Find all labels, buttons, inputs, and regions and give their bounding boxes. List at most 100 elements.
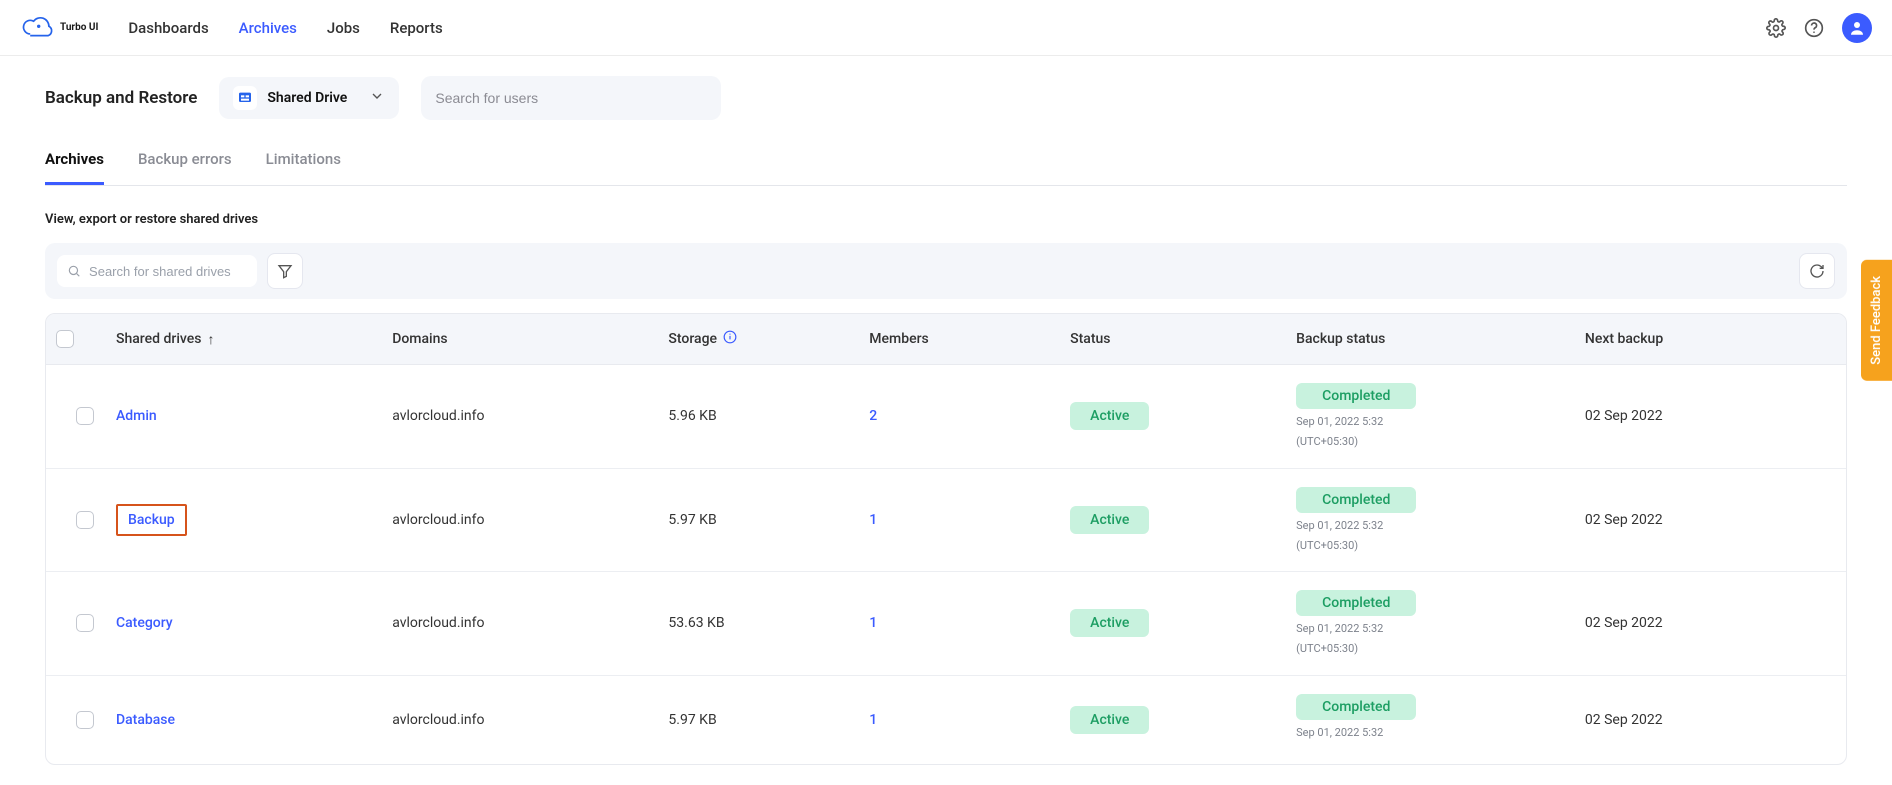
members-link[interactable]: 1 bbox=[869, 512, 877, 528]
backup-time-tz: (UTC+05:30) bbox=[1296, 539, 1358, 553]
status-badge: Active bbox=[1070, 706, 1149, 734]
gear-icon[interactable] bbox=[1766, 18, 1786, 38]
cell-next-backup: 02 Sep 2022 bbox=[1585, 712, 1836, 728]
dropdown-left: Shared Drive bbox=[233, 86, 347, 110]
members-link[interactable]: 1 bbox=[869, 712, 877, 728]
members-link[interactable]: 1 bbox=[869, 615, 877, 631]
send-feedback-button[interactable]: Send Feedback bbox=[1861, 260, 1892, 381]
th-shared-drives[interactable]: Shared drives ↑ bbox=[116, 331, 392, 348]
tab-backup-errors[interactable]: Backup errors bbox=[138, 150, 232, 185]
table-toolbar bbox=[45, 243, 1847, 299]
nav-archives[interactable]: Archives bbox=[239, 19, 297, 37]
backup-time-tz: (UTC+05:30) bbox=[1296, 642, 1358, 656]
status-badge: Active bbox=[1070, 402, 1149, 430]
nav-dashboards[interactable]: Dashboards bbox=[128, 19, 208, 37]
drive-link[interactable]: Backup bbox=[116, 504, 187, 536]
drive-link[interactable]: Category bbox=[116, 615, 173, 631]
row-checkbox[interactable] bbox=[76, 711, 94, 729]
th-domains[interactable]: Domains bbox=[392, 331, 668, 347]
cell-storage: 5.97 KB bbox=[668, 712, 869, 728]
cell-storage: 5.97 KB bbox=[668, 512, 869, 528]
source-dropdown[interactable]: Shared Drive bbox=[219, 77, 399, 119]
cell-domain: avlorcloud.info bbox=[392, 615, 668, 631]
chevron-down-icon bbox=[369, 88, 385, 108]
drive-link[interactable]: Database bbox=[116, 712, 175, 728]
cell-domain: avlorcloud.info bbox=[392, 408, 668, 424]
status-badge: Active bbox=[1070, 609, 1149, 637]
th-storage-label: Storage bbox=[668, 331, 717, 347]
shared-drive-icon bbox=[233, 86, 257, 110]
search-icon bbox=[67, 263, 81, 279]
page-title: Backup and Restore bbox=[45, 88, 197, 108]
backup-cell: Completed Sep 01, 2022 5:32 (UTC+05:30) bbox=[1296, 383, 1585, 450]
search-drives-field[interactable] bbox=[89, 264, 247, 279]
brand-text: Turbo UI bbox=[60, 22, 98, 33]
table-row: Admin avlorcloud.info 5.96 KB 2 Active C… bbox=[46, 365, 1846, 469]
backup-status-badge: Completed bbox=[1296, 383, 1416, 409]
th-select-all bbox=[56, 330, 116, 348]
table-row: Database avlorcloud.info 5.97 KB 1 Activ… bbox=[46, 676, 1846, 764]
cell-next-backup: 02 Sep 2022 bbox=[1585, 408, 1836, 424]
filter-icon bbox=[277, 263, 293, 279]
topbar-left: Turbo UI Dashboards Archives Jobs Report… bbox=[20, 15, 443, 41]
dropdown-label: Shared Drive bbox=[267, 90, 347, 106]
search-users-field[interactable] bbox=[435, 90, 707, 106]
th-next-backup[interactable]: Next backup bbox=[1585, 331, 1836, 347]
select-all-checkbox[interactable] bbox=[56, 330, 74, 348]
page: Backup and Restore Shared Drive Archives… bbox=[0, 56, 1892, 785]
sort-asc-icon: ↑ bbox=[207, 331, 214, 348]
backup-cell: Completed Sep 01, 2022 5:32 (UTC+05:30) bbox=[1296, 590, 1585, 657]
topbar-right bbox=[1766, 13, 1872, 43]
primary-nav: Dashboards Archives Jobs Reports bbox=[128, 19, 442, 37]
backup-status-badge: Completed bbox=[1296, 487, 1416, 513]
nav-reports[interactable]: Reports bbox=[390, 19, 443, 37]
backup-time-line: Sep 01, 2022 5:32 bbox=[1296, 726, 1383, 740]
th-backup-status[interactable]: Backup status bbox=[1296, 331, 1585, 347]
drives-table: Shared drives ↑ Domains Storage Members … bbox=[45, 313, 1847, 765]
help-icon[interactable] bbox=[1804, 18, 1824, 38]
nav-jobs[interactable]: Jobs bbox=[327, 19, 360, 37]
table-header: Shared drives ↑ Domains Storage Members … bbox=[46, 314, 1846, 365]
drive-link[interactable]: Admin bbox=[116, 408, 157, 424]
cell-next-backup: 02 Sep 2022 bbox=[1585, 512, 1836, 528]
cell-domain: avlorcloud.info bbox=[392, 512, 668, 528]
cell-storage: 53.63 KB bbox=[668, 615, 869, 631]
th-members[interactable]: Members bbox=[869, 331, 1070, 347]
logo[interactable]: Turbo UI bbox=[20, 15, 98, 41]
backup-time-line: Sep 01, 2022 5:32 bbox=[1296, 622, 1383, 636]
backup-cell: Completed Sep 01, 2022 5:32 (UTC+05:30) bbox=[1296, 487, 1585, 554]
table-row: Category avlorcloud.info 53.63 KB 1 Acti… bbox=[46, 572, 1846, 676]
tab-limitations[interactable]: Limitations bbox=[266, 150, 341, 185]
row-checkbox[interactable] bbox=[76, 614, 94, 632]
backup-time-line: Sep 01, 2022 5:32 bbox=[1296, 415, 1383, 429]
search-users-input[interactable] bbox=[421, 76, 721, 120]
th-drives-label: Shared drives bbox=[116, 331, 201, 347]
table-row: Backup avlorcloud.info 5.97 KB 1 Active … bbox=[46, 469, 1846, 573]
page-header: Backup and Restore Shared Drive bbox=[45, 76, 1847, 120]
avatar[interactable] bbox=[1842, 13, 1872, 43]
cell-domain: avlorcloud.info bbox=[392, 712, 668, 728]
section-subtitle: View, export or restore shared drives bbox=[45, 212, 1847, 227]
th-storage[interactable]: Storage bbox=[668, 330, 869, 348]
search-drives-input[interactable] bbox=[57, 255, 257, 287]
info-icon[interactable] bbox=[723, 330, 737, 348]
cloud-logo-icon bbox=[20, 15, 54, 41]
backup-cell: Completed Sep 01, 2022 5:32 bbox=[1296, 694, 1585, 746]
members-link[interactable]: 2 bbox=[869, 408, 877, 424]
tabs: Archives Backup errors Limitations bbox=[45, 150, 1847, 186]
backup-status-badge: Completed bbox=[1296, 590, 1416, 616]
row-checkbox[interactable] bbox=[76, 407, 94, 425]
th-status[interactable]: Status bbox=[1070, 331, 1296, 347]
refresh-icon bbox=[1809, 263, 1825, 279]
row-checkbox[interactable] bbox=[76, 511, 94, 529]
backup-status-badge: Completed bbox=[1296, 694, 1416, 720]
status-badge: Active bbox=[1070, 506, 1149, 534]
refresh-button[interactable] bbox=[1799, 253, 1835, 289]
backup-time-line: Sep 01, 2022 5:32 bbox=[1296, 519, 1383, 533]
filter-button[interactable] bbox=[267, 253, 303, 289]
cell-storage: 5.96 KB bbox=[668, 408, 869, 424]
tab-archives[interactable]: Archives bbox=[45, 150, 104, 185]
backup-time-tz: (UTC+05:30) bbox=[1296, 435, 1358, 449]
cell-next-backup: 02 Sep 2022 bbox=[1585, 615, 1836, 631]
topbar: Turbo UI Dashboards Archives Jobs Report… bbox=[0, 0, 1892, 56]
